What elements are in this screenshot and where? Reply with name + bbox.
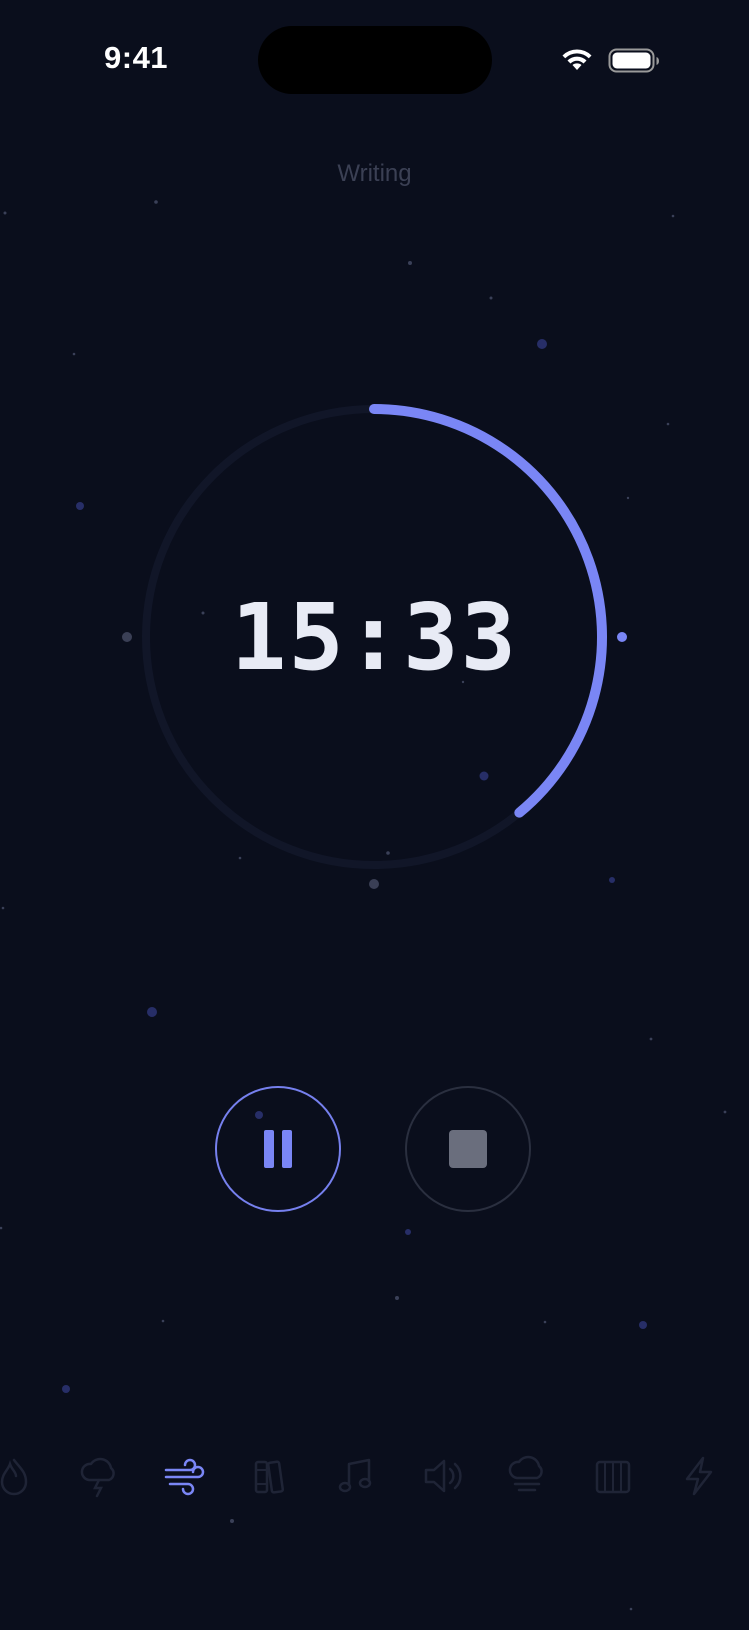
thunderstorm-icon[interactable] <box>75 1452 123 1500</box>
bottom-marker-dot <box>369 879 379 889</box>
fog-cloud-icon[interactable] <box>503 1452 551 1500</box>
books-icon[interactable] <box>246 1452 294 1500</box>
pause-button[interactable] <box>215 1086 341 1212</box>
speaker-icon[interactable] <box>418 1452 466 1500</box>
timer-display: 15:33 <box>231 584 518 691</box>
stop-button[interactable] <box>405 1086 531 1212</box>
sound-tab-bar <box>0 1452 749 1512</box>
wind-icon[interactable] <box>160 1452 208 1500</box>
timer-progress-ring <box>122 404 627 889</box>
fire-icon[interactable] <box>0 1452 38 1500</box>
pause-icon <box>260 1130 296 1168</box>
music-note-icon[interactable] <box>331 1452 379 1500</box>
pause-bar-right <box>282 1130 292 1168</box>
pause-bar-left <box>264 1130 274 1168</box>
piano-icon[interactable] <box>589 1452 637 1500</box>
lightning-icon[interactable] <box>675 1452 723 1500</box>
stop-icon <box>449 1130 487 1168</box>
